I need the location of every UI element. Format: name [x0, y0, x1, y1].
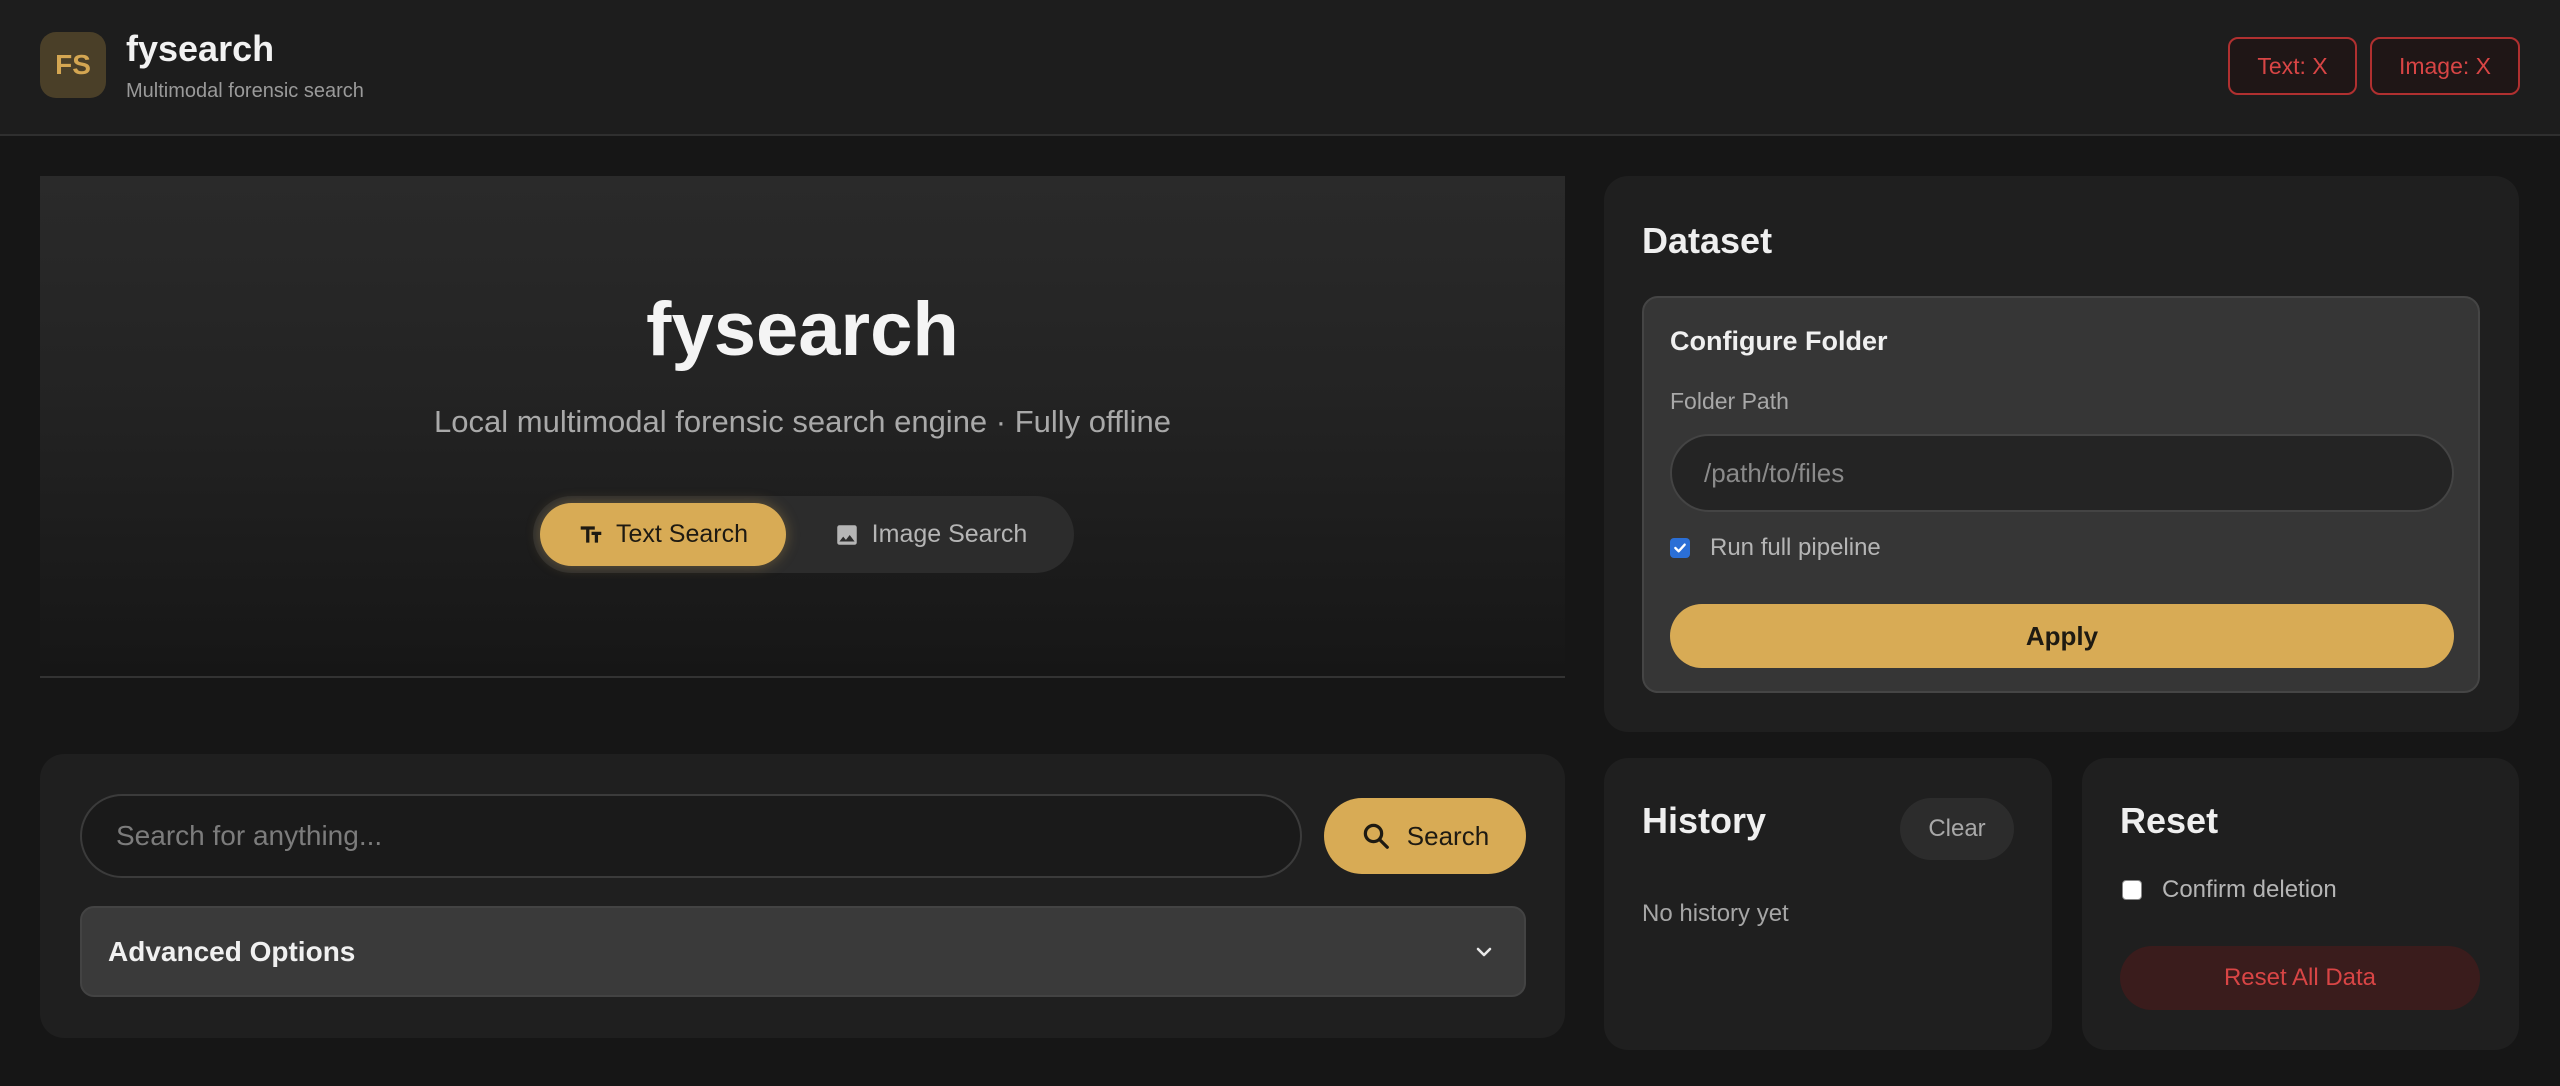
hero-section: fysearch Local multimodal forensic searc… [40, 176, 1565, 678]
search-panel: Search Advanced Options [40, 754, 1565, 1038]
configure-folder-box: Configure Folder Folder Path Run full pi… [1642, 296, 2480, 693]
folder-path-input[interactable] [1670, 434, 2454, 512]
history-title: History [1642, 800, 1767, 841]
image-status-badge: Image: X [2370, 37, 2520, 95]
confirm-deletion-label: Confirm deletion [2162, 876, 2337, 903]
reset-title: Reset [2120, 800, 2219, 841]
dataset-title: Dataset [1642, 220, 1773, 261]
image-search-tab[interactable]: Image Search [803, 503, 1058, 566]
configure-folder-title: Configure Folder [1670, 326, 1888, 356]
clear-history-button[interactable]: Clear [1900, 798, 2014, 860]
folder-path-label: Folder Path [1670, 388, 1789, 414]
apply-button[interactable]: Apply [1670, 604, 2454, 668]
image-search-label: Image Search [871, 520, 1028, 548]
reset-card: Reset Confirm deletion Reset All Data [2082, 758, 2519, 1050]
checkmark-icon [1674, 543, 1686, 553]
text-search-tab[interactable]: Text Search [540, 503, 786, 566]
top-bar: FS fysearch Multimodal forensic search T… [0, 0, 2560, 136]
advanced-options-label: Advanced Options [108, 936, 356, 967]
hero-title: fysearch [646, 287, 959, 372]
search-button-label: Search [1406, 820, 1490, 851]
app-title: fysearch [126, 28, 275, 69]
text-search-label: Text Search [615, 520, 748, 548]
search-icon [1363, 823, 1389, 849]
search-mode-toggle: Text Search Image Search [533, 496, 1074, 573]
app-logo: FS [40, 32, 106, 98]
hero-subtitle: Local multimodal forensic search engine … [434, 404, 1171, 439]
dataset-card: Dataset Configure Folder Folder Path Run… [1604, 176, 2519, 732]
run-pipeline-checkbox[interactable] [1670, 538, 1690, 558]
search-button[interactable]: Search [1324, 798, 1526, 874]
reset-all-data-button[interactable]: Reset All Data [2120, 946, 2480, 1010]
app-subtitle: Multimodal forensic search [126, 80, 364, 102]
advanced-options-toggle[interactable]: Advanced Options [80, 906, 1526, 997]
image-icon [836, 524, 857, 545]
run-pipeline-label: Run full pipeline [1710, 534, 1881, 561]
chevron-down-icon [1476, 947, 1492, 957]
history-empty-text: No history yet [1642, 900, 1789, 927]
text-status-badge: Text: X [2228, 37, 2357, 95]
history-card: History Clear No history yet [1604, 758, 2052, 1050]
run-pipeline-row[interactable]: Run full pipeline [1670, 534, 1881, 562]
confirm-deletion-row[interactable]: Confirm deletion [2122, 876, 2337, 904]
confirm-deletion-checkbox[interactable] [2122, 880, 2142, 900]
text-format-icon [580, 525, 602, 543]
search-input[interactable] [80, 794, 1302, 878]
